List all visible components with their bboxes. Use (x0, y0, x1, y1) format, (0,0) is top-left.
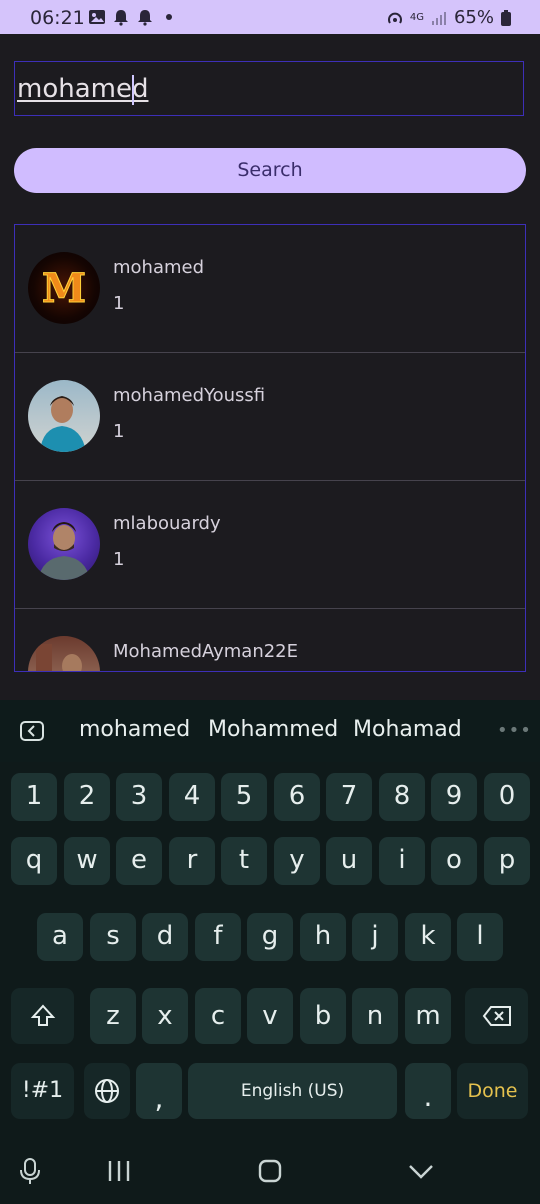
recent-apps-icon[interactable] (107, 1160, 131, 1182)
suggestion-bar: mohamed Mohammed Mohamad ••• (0, 700, 540, 762)
person-avatar (28, 636, 100, 671)
result-count: 1 (113, 421, 125, 442)
key-l[interactable]: l (457, 913, 503, 961)
hotspot-icon (387, 12, 402, 24)
key-7[interactable]: 7 (326, 773, 372, 821)
key-q[interactable]: q (11, 837, 57, 885)
dot-icon (166, 14, 172, 20)
microphone-icon[interactable] (18, 1157, 42, 1185)
key-8[interactable]: 8 (379, 773, 425, 821)
notification-icons (88, 8, 178, 26)
key-z[interactable]: z (90, 988, 136, 1044)
key-t[interactable]: t (221, 837, 267, 885)
symbols-key[interactable]: !#1 (11, 1063, 74, 1119)
list-item[interactable]: M mohamed 1 (15, 225, 525, 353)
suggestion-3[interactable]: Mohamad (353, 717, 462, 742)
key-m[interactable]: m (405, 988, 451, 1044)
home-icon[interactable] (258, 1159, 282, 1183)
key-f[interactable]: f (195, 913, 241, 961)
bell-icon (114, 10, 128, 26)
collapse-toolbar-icon[interactable] (20, 721, 44, 741)
backspace-icon (482, 1006, 511, 1026)
key-5[interactable]: 5 (221, 773, 267, 821)
keyboard: mohamed Mohammed Mohamad ••• 1 2 3 4 5 6… (0, 700, 540, 1204)
search-button[interactable]: Search (14, 148, 526, 193)
space-key[interactable]: English (US) (188, 1063, 397, 1119)
key-2[interactable]: 2 (64, 773, 110, 821)
key-u[interactable]: u (326, 837, 372, 885)
key-i[interactable]: i (379, 837, 425, 885)
more-options-icon[interactable]: ••• (497, 720, 532, 741)
key-x[interactable]: x (142, 988, 188, 1044)
key-6[interactable]: 6 (274, 773, 320, 821)
globe-icon (95, 1079, 119, 1103)
key-1[interactable]: 1 (11, 773, 57, 821)
key-s[interactable]: s (90, 913, 136, 961)
key-j[interactable]: j (352, 913, 398, 961)
key-d[interactable]: d (142, 913, 188, 961)
results-list[interactable]: M mohamed 1 mohamedYoussfi 1 mlabouardy … (14, 224, 526, 672)
key-c[interactable]: c (195, 988, 241, 1044)
shift-icon (30, 1004, 55, 1026)
period-key[interactable]: . (405, 1063, 451, 1119)
comma-key[interactable]: , (136, 1063, 182, 1119)
list-item[interactable]: mohamedYoussfi 1 (15, 353, 525, 481)
key-w[interactable]: w (64, 837, 110, 885)
battery-icon (501, 9, 511, 26)
list-item[interactable]: MohamedAyman22E (15, 609, 525, 671)
backspace-key[interactable] (465, 988, 528, 1044)
result-count: 1 (113, 293, 125, 314)
done-key[interactable]: Done (457, 1063, 528, 1119)
shift-key[interactable] (11, 988, 74, 1044)
suggestion-2[interactable]: Mohammed (208, 717, 338, 742)
gallery-icon (89, 10, 105, 24)
key-a[interactable]: a (37, 913, 83, 961)
chevron-down-icon[interactable] (408, 1164, 434, 1180)
key-k[interactable]: k (405, 913, 451, 961)
key-n[interactable]: n (352, 988, 398, 1044)
key-b[interactable]: b (300, 988, 346, 1044)
battery-percent: 65% (453, 7, 494, 28)
system-icons: 4G 65% (386, 7, 512, 28)
result-name: mlabouardy (113, 513, 221, 534)
key-0[interactable]: 0 (484, 773, 530, 821)
person-avatar (28, 380, 100, 452)
key-g[interactable]: g (247, 913, 293, 961)
key-h[interactable]: h (300, 913, 346, 961)
result-name: mohamed (113, 257, 205, 278)
bell-icon (138, 10, 152, 26)
result-name: MohamedAyman22E (113, 641, 299, 662)
navigation-bar (0, 1130, 540, 1204)
status-bar: 06:21 4G 65% (0, 0, 540, 34)
key-3[interactable]: 3 (116, 773, 162, 821)
suggestion-1[interactable]: mohamed (79, 717, 190, 742)
key-e[interactable]: e (116, 837, 162, 885)
key-y[interactable]: y (274, 837, 320, 885)
key-4[interactable]: 4 (169, 773, 215, 821)
result-count: 1 (113, 549, 125, 570)
search-input-text: mohamed (17, 74, 149, 104)
key-p[interactable]: p (484, 837, 530, 885)
text-caret (132, 75, 134, 105)
key-v[interactable]: v (247, 988, 293, 1044)
fire-letter-m-avatar: M (28, 252, 100, 324)
result-name: mohamedYoussfi (113, 385, 266, 406)
language-key[interactable] (84, 1063, 130, 1119)
status-time: 06:21 (30, 7, 85, 29)
network-type: 4G (409, 12, 424, 23)
person-avatar (28, 508, 100, 580)
key-9[interactable]: 9 (431, 773, 477, 821)
svg-text:M: M (42, 265, 86, 312)
search-input[interactable]: mohamed (14, 61, 524, 116)
signal-icon (431, 11, 446, 25)
key-r[interactable]: r (169, 837, 215, 885)
list-item[interactable]: mlabouardy 1 (15, 481, 525, 609)
key-o[interactable]: o (431, 837, 477, 885)
